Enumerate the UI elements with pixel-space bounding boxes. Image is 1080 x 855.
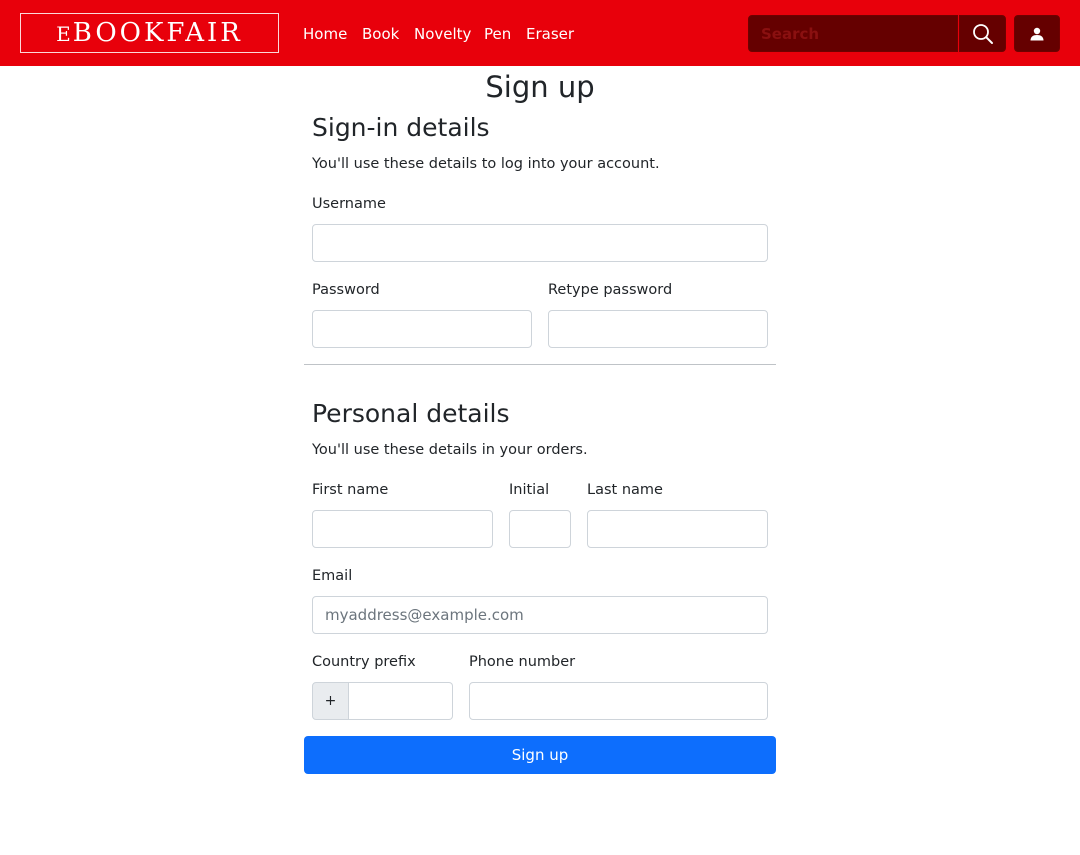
initial-label: Initial (509, 482, 550, 498)
last-name-input[interactable] (587, 510, 768, 548)
section-divider (304, 364, 776, 365)
username-input[interactable] (312, 224, 768, 262)
retype-password-input[interactable] (548, 310, 768, 348)
page-title: Sign up (485, 70, 595, 104)
country-prefix-plus: + (312, 682, 349, 720)
username-label: Username (312, 196, 386, 212)
plus-sign: + (324, 693, 337, 709)
user-button[interactable] (1014, 15, 1060, 52)
first-name-input[interactable] (312, 510, 493, 548)
nav-link-eraser[interactable]: Eraser (526, 24, 574, 44)
nav-link-book[interactable]: Book (362, 24, 399, 44)
country-prefix-label: Country prefix (312, 654, 416, 670)
search-button[interactable] (959, 15, 1006, 52)
password-input[interactable] (312, 310, 532, 348)
country-prefix-input[interactable] (349, 682, 453, 720)
initial-input[interactable] (509, 510, 571, 548)
signin-section-title: Sign-in details (312, 113, 490, 142)
last-name-label: Last name (587, 482, 663, 498)
first-name-label: First name (312, 482, 389, 498)
signin-description: You'll use these details to log into you… (312, 156, 660, 172)
navbar: EBOOKFAIR Home Book Novelty Pen Eraser (0, 0, 1080, 66)
signup-button[interactable]: Sign up (304, 736, 776, 774)
logo-text: BOOKFAIR (72, 18, 243, 48)
user-icon (1030, 27, 1044, 40)
password-label: Password (312, 282, 380, 298)
personal-section-title: Personal details (312, 399, 510, 428)
logo-prefix: E (56, 22, 73, 46)
email-label: Email (312, 568, 353, 584)
search-input[interactable] (748, 15, 958, 52)
search-icon (972, 23, 993, 44)
phone-number-label: Phone number (469, 654, 576, 670)
nav-link-pen[interactable]: Pen (484, 24, 511, 44)
retype-password-label: Retype password (548, 282, 673, 298)
nav-link-home[interactable]: Home (303, 24, 347, 44)
nav-link-novelty[interactable]: Novelty (414, 24, 471, 44)
personal-description: You'll use these details in your orders. (312, 442, 588, 458)
phone-number-input[interactable] (469, 682, 768, 720)
logo[interactable]: EBOOKFAIR (20, 13, 279, 53)
email-input[interactable] (312, 596, 768, 634)
